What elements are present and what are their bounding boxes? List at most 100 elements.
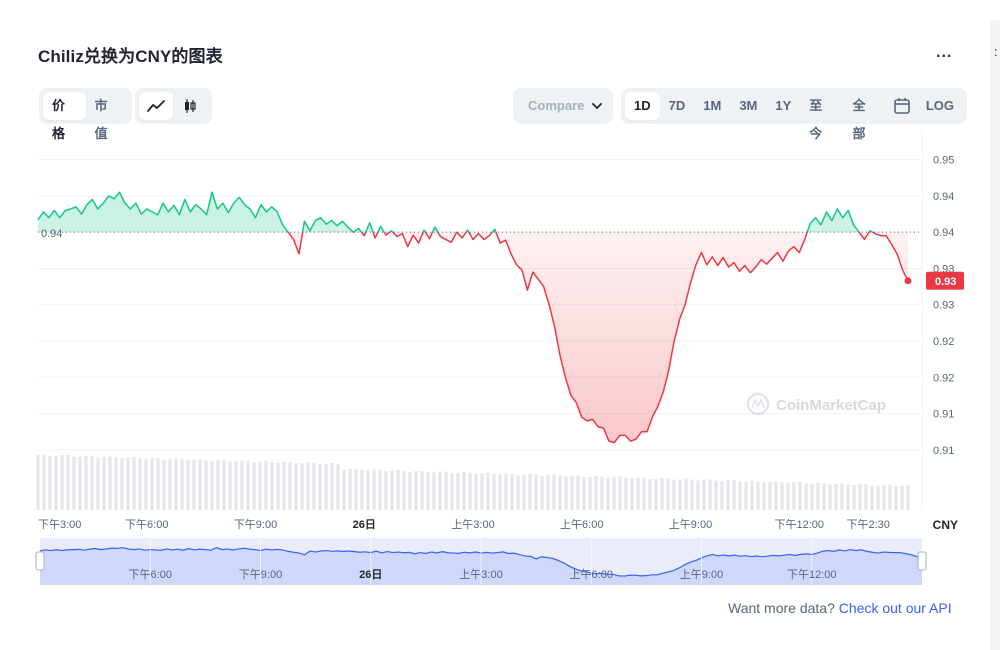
volume-bar xyxy=(672,479,676,510)
x-tick-label: 上午3:00 xyxy=(451,518,494,531)
volume-bar xyxy=(546,475,550,510)
range-3m[interactable]: 3M xyxy=(730,92,766,120)
price-point xyxy=(347,226,349,228)
price-point xyxy=(760,259,762,261)
price-point xyxy=(820,224,822,226)
price-point xyxy=(86,203,88,205)
price-point xyxy=(532,271,534,273)
tab-price[interactable]: 价格 xyxy=(43,92,86,141)
edge-mark: : xyxy=(994,44,998,59)
range-1d[interactable]: 1D xyxy=(625,92,660,120)
volume-bar xyxy=(414,471,418,510)
price-point xyxy=(48,216,50,218)
price-point xyxy=(358,227,360,229)
range-1y[interactable]: 1Y xyxy=(766,92,800,120)
price-point xyxy=(668,369,670,371)
date-picker-button[interactable] xyxy=(887,92,917,120)
price-point xyxy=(629,440,631,442)
price-chart[interactable]: 0.95 0.94 0.94 0.93 0.93 0.92 0.92 0.91 0.91 0.9… xyxy=(0,130,1000,600)
volume-bar xyxy=(216,459,220,510)
price-point xyxy=(385,234,387,236)
line-chart-button[interactable] xyxy=(139,92,173,120)
volume-bar xyxy=(882,484,886,510)
volume-bar xyxy=(570,475,574,510)
volume-bar xyxy=(228,461,232,510)
volume-bar xyxy=(234,461,238,510)
candlestick-button[interactable] xyxy=(173,92,207,120)
price-point xyxy=(744,264,746,266)
compare-label: Compare xyxy=(528,98,585,113)
volume-bar xyxy=(456,472,460,510)
volume-bar xyxy=(690,479,694,510)
volume-bar xyxy=(78,456,82,510)
range-all[interactable]: 全部 xyxy=(844,92,887,141)
price-point xyxy=(233,202,235,204)
volume-bar xyxy=(642,477,646,510)
log-scale-button[interactable]: LOG xyxy=(917,92,963,120)
price-point xyxy=(59,216,61,218)
volume-bar xyxy=(462,471,466,510)
price-point xyxy=(216,208,218,210)
price-point xyxy=(135,202,137,204)
api-link[interactable]: Check out our API xyxy=(839,600,952,616)
volume-bar xyxy=(666,478,670,510)
price-point xyxy=(450,241,452,243)
view-tab-group: 价格 市值 xyxy=(39,88,132,141)
price-point xyxy=(559,354,561,356)
volume-bar xyxy=(750,480,754,510)
compare-dropdown[interactable]: Compare xyxy=(513,88,613,124)
price-point xyxy=(281,224,283,226)
price-point xyxy=(787,250,789,252)
volume-bar xyxy=(348,468,352,510)
volume-bar xyxy=(192,459,196,510)
api-promo: Want more data? Check out our API xyxy=(728,600,952,616)
logo-mark xyxy=(746,392,770,416)
range-navigator[interactable]: 下午6:00 下午9:00 26日 上午3:00 上午6:00 上午9:00 下午12:00 xyxy=(35,538,927,585)
chart-type-group xyxy=(135,88,212,124)
price-point xyxy=(700,251,702,253)
volume-bar xyxy=(222,460,226,510)
volume-bar xyxy=(72,456,76,510)
line-chart-icon xyxy=(147,100,165,112)
x-tick-label: 下午6:00 xyxy=(125,518,168,531)
volume-bar xyxy=(528,473,532,510)
navigator-label: 下午6:00 xyxy=(129,568,172,581)
price-point xyxy=(97,208,99,210)
price-point xyxy=(570,394,572,396)
navigator-handle-left xyxy=(35,551,45,571)
price-point xyxy=(809,222,811,224)
volume-bar xyxy=(810,483,814,510)
volume-bar xyxy=(90,456,94,510)
price-point xyxy=(205,214,207,216)
price-point xyxy=(814,216,816,218)
range-1m[interactable]: 1M xyxy=(694,92,730,120)
y-tick-label: 0.92 xyxy=(933,372,954,384)
y-tick-label: 0.91 xyxy=(933,445,954,457)
price-point xyxy=(254,216,256,218)
volume-bar xyxy=(600,476,604,510)
tab-market-cap[interactable]: 市值 xyxy=(86,92,129,141)
more-options-button[interactable]: ... xyxy=(936,44,952,62)
price-point xyxy=(363,235,365,237)
y-tick-label: 0.91 xyxy=(933,409,954,421)
price-point xyxy=(265,211,267,213)
price-point xyxy=(428,238,430,240)
price-point xyxy=(368,222,370,224)
price-point xyxy=(602,427,604,429)
volume-bar xyxy=(342,469,346,510)
range-7d[interactable]: 7D xyxy=(660,92,695,120)
volume-bar xyxy=(114,457,118,510)
volume-bars xyxy=(36,454,910,510)
watermark-text: CoinMarketCap xyxy=(776,397,886,414)
price-point xyxy=(483,238,485,240)
volume-bar xyxy=(426,472,430,510)
range-ytd[interactable]: 至今 xyxy=(800,92,843,141)
price-point xyxy=(113,198,115,200)
volume-bar xyxy=(36,455,40,510)
price-point xyxy=(515,264,517,266)
price-point xyxy=(711,256,713,258)
price-point xyxy=(564,376,566,378)
navigator-label: 上午6:00 xyxy=(570,568,613,581)
volume-bar xyxy=(384,471,388,510)
volume-bar xyxy=(306,462,310,510)
